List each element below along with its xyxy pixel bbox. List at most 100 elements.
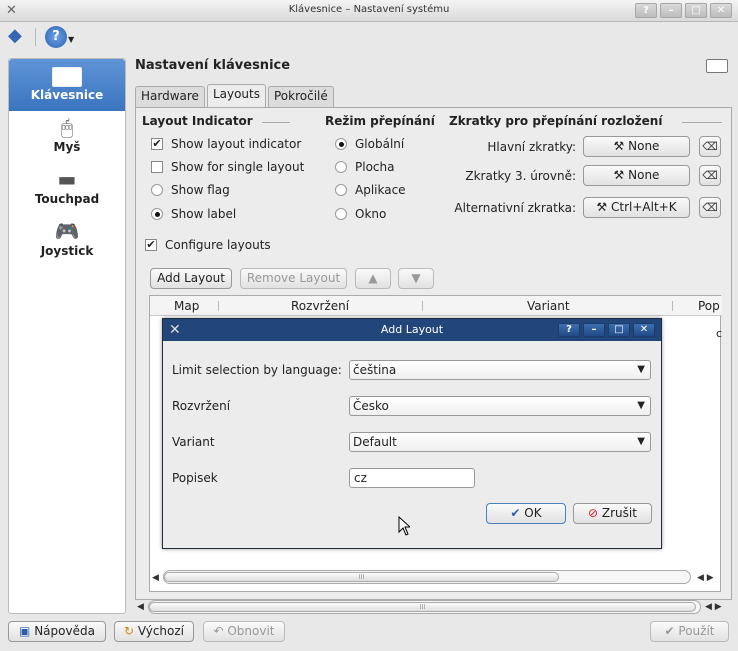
button-label: Použít — [678, 624, 715, 638]
help-icon[interactable]: ? — [45, 26, 67, 48]
dialog-close-button[interactable]: ✕ — [633, 323, 655, 337]
table-cell: c — [716, 327, 723, 340]
column-header-map[interactable]: Map — [174, 299, 199, 313]
touchpad-icon: ▬ — [57, 167, 77, 191]
ok-button[interactable]: ✔ OK — [486, 503, 566, 524]
option-label: Show flag — [171, 183, 230, 197]
variant-select[interactable]: Default ▼ — [349, 432, 651, 452]
title-bar: ✕ Klávesnice – Nastavení systému ? – □ ✕ — [0, 0, 738, 22]
clear-shortcut-button[interactable]: ⌫ — [699, 165, 721, 186]
cancel-button[interactable]: ⊘ Zrušit — [573, 503, 652, 524]
option-label: Show layout indicator — [171, 137, 302, 151]
mode-desktop-option[interactable]: Plocha — [335, 160, 394, 174]
sidebar-item-joystick[interactable]: 🎮 Joystick — [9, 215, 125, 267]
remove-layout-button[interactable]: Remove Layout — [240, 268, 347, 289]
arrow-up-icon: ▲ — [368, 271, 378, 285]
group-divider — [262, 122, 290, 123]
checkbox-icon[interactable] — [151, 161, 163, 173]
scroll-left-icon[interactable]: ◀ — [137, 602, 144, 612]
checkmark-icon: ✔ — [664, 624, 679, 638]
clear-shortcut-button[interactable]: ⌫ — [699, 197, 721, 218]
add-layout-button[interactable]: Add Layout — [150, 268, 232, 289]
sidebar-item-keyboard[interactable]: Klávesnice — [9, 59, 125, 111]
scroll-arrows-icon[interactable]: ◀ ▶ — [697, 573, 714, 583]
table-scrollbar[interactable]: III — [163, 570, 691, 584]
dialog-help-button[interactable]: ? — [558, 323, 580, 337]
checkbox-checked-icon[interactable]: ✔ — [151, 138, 163, 150]
option-label: Globální — [355, 137, 405, 151]
show-label-option[interactable]: Show label — [151, 207, 236, 221]
column-header-label[interactable]: Pop — [698, 299, 720, 313]
tab-advanced[interactable]: Pokročilé — [267, 86, 334, 107]
mode-global-option[interactable]: Globální — [335, 137, 404, 151]
radio-icon[interactable] — [335, 161, 347, 173]
radio-selected-icon[interactable] — [335, 138, 347, 150]
column-header-variant[interactable]: Variant — [527, 299, 570, 313]
scroll-left-icon[interactable]: ◀ — [152, 573, 159, 583]
scroll-arrows-icon[interactable]: ◀ ▶ — [705, 602, 722, 612]
help-button[interactable]: ▣ Nápověda — [8, 621, 106, 642]
move-up-button[interactable]: ▲ — [355, 268, 391, 289]
alternative-shortcut-button[interactable]: ⚒ Ctrl+Alt+K — [583, 197, 690, 218]
chevron-down-icon[interactable]: ▼ — [68, 35, 74, 44]
wrench-icon: ⚒ — [596, 200, 611, 214]
configure-layouts-option[interactable]: ✔ Configure layouts — [145, 238, 271, 252]
sidebar-item-mouse[interactable]: 🖱 Myš — [9, 111, 125, 163]
language-select[interactable]: čeština ▼ — [349, 360, 651, 380]
keyboard-icon — [52, 67, 82, 87]
layout-select[interactable]: Česko ▼ — [349, 396, 651, 416]
shortcut-value: None — [628, 139, 660, 153]
language-label: Limit selection by language: — [172, 363, 342, 377]
label-input[interactable]: cz — [349, 468, 475, 488]
option-label: Okno — [355, 207, 387, 221]
switch-mode-title: Režim přepínání — [325, 114, 435, 128]
checkbox-checked-icon[interactable]: ✔ — [145, 239, 157, 251]
panel-scrollbar[interactable]: III — [148, 600, 701, 614]
radio-icon[interactable] — [335, 208, 347, 220]
mode-window-option[interactable]: Okno — [335, 207, 386, 221]
column-header-layout[interactable]: Rozvržení — [291, 299, 349, 313]
dialog-minimize-button[interactable]: – — [583, 323, 605, 337]
mouse-cursor-icon — [398, 516, 410, 536]
dialog-maximize-button[interactable]: □ — [608, 323, 630, 337]
clear-shortcut-button[interactable]: ⌫ — [699, 136, 721, 157]
scrollbar-thumb[interactable]: III — [164, 572, 559, 582]
group-divider — [682, 122, 722, 123]
sidebar: Klávesnice 🖱 Myš ▬ Touchpad 🎮 Joystick — [8, 58, 126, 614]
move-down-button[interactable]: ▼ — [398, 268, 434, 289]
joystick-icon: 🎮 — [54, 219, 80, 243]
mode-application-option[interactable]: Aplikace — [335, 183, 406, 197]
defaults-button[interactable]: ↻ Výchozí — [114, 621, 194, 642]
back-arrow-icon[interactable]: ◆ — [8, 27, 28, 45]
minimize-button[interactable]: – — [660, 3, 682, 18]
table-header: Map Rozvržení Variant Pop — [150, 296, 722, 316]
clear-icon: ⌫ — [702, 140, 718, 153]
reset-button[interactable]: ↶ Obnovit — [203, 621, 285, 642]
toolbar-separator — [35, 28, 36, 46]
main-shortcut-button[interactable]: ⚒ None — [583, 136, 690, 157]
sidebar-item-label: Myš — [53, 140, 81, 154]
tab-layouts[interactable]: Layouts — [206, 84, 266, 108]
shortcuts-title: Zkratky pro přepínání rozložení — [449, 114, 663, 128]
chevron-down-icon: ▼ — [637, 436, 645, 447]
sidebar-item-label: Klávesnice — [30, 88, 104, 102]
third-level-shortcut-button[interactable]: ⚒ None — [583, 165, 690, 186]
maximize-button[interactable]: □ — [685, 3, 707, 18]
close-button[interactable]: ✕ — [710, 3, 732, 18]
radio-icon[interactable] — [151, 184, 163, 196]
checkmark-icon: ✔ — [510, 506, 525, 520]
radio-icon[interactable] — [335, 184, 347, 196]
option-label: Show label — [171, 207, 237, 221]
show-single-layout-option[interactable]: Show for single layout — [151, 160, 304, 174]
help-window-button[interactable]: ? — [635, 3, 657, 18]
show-indicator-option[interactable]: ✔ Show layout indicator — [151, 137, 301, 151]
shortcut-label: Zkratky 3. úrovně: — [465, 169, 576, 183]
sidebar-item-touchpad[interactable]: ▬ Touchpad — [9, 163, 125, 215]
tab-hardware[interactable]: Hardware — [135, 86, 205, 107]
defaults-icon: ↻ — [123, 624, 138, 638]
radio-selected-icon[interactable] — [151, 208, 163, 220]
apply-button[interactable]: ✔ Použít — [650, 621, 729, 642]
scrollbar-thumb[interactable]: III — [149, 602, 696, 612]
show-flag-option[interactable]: Show flag — [151, 183, 230, 197]
variant-label: Variant — [172, 435, 215, 449]
